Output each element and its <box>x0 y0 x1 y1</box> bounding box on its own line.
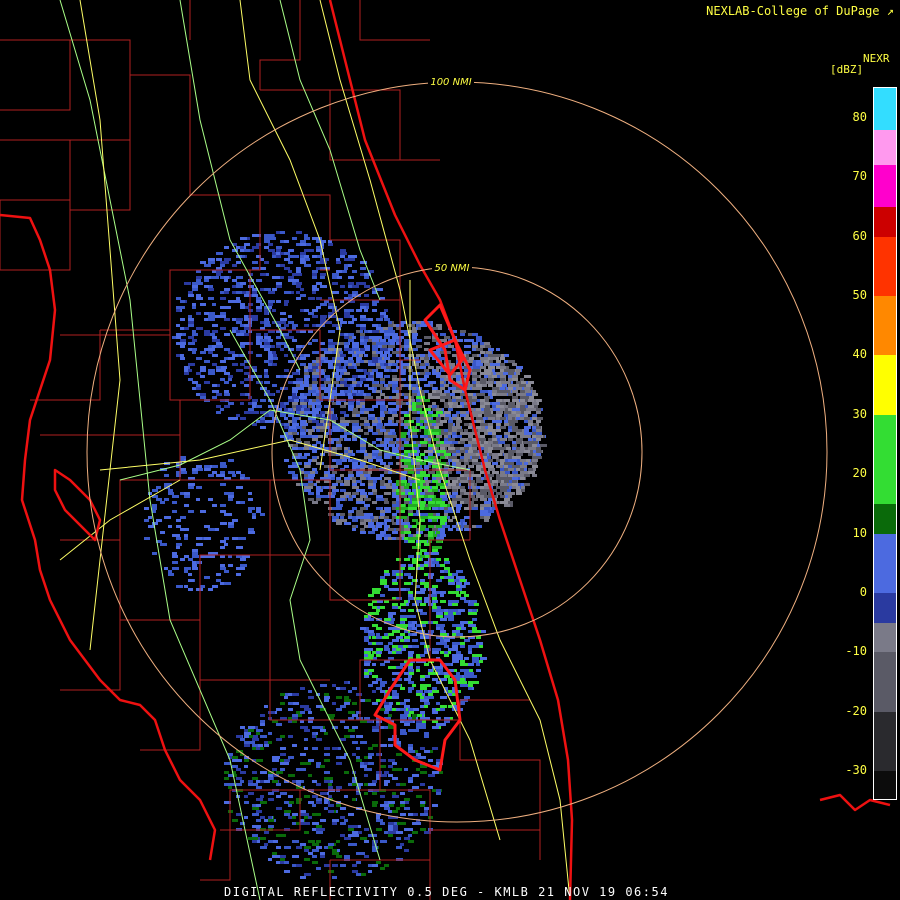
scale-segment <box>874 165 896 207</box>
scale-segment <box>874 355 896 415</box>
ring-label-50: 50 NMI <box>435 263 470 274</box>
scale-segment <box>874 129 896 166</box>
legend-unit: [dBZ] <box>830 63 864 76</box>
scale-segment <box>874 295 896 356</box>
legend-tick-label: 50 <box>852 287 867 302</box>
scale-segment <box>874 236 896 296</box>
legend-tick-label: -10 <box>845 644 867 659</box>
scale-segment <box>874 503 896 534</box>
ring-label-100: 100 NMI <box>430 77 471 88</box>
legend-tick-label: 40 <box>852 347 867 362</box>
scale-segment <box>874 88 896 130</box>
scale-segment <box>874 206 896 237</box>
legend-tick-label: 60 <box>852 228 867 243</box>
scale-segment <box>874 533 896 594</box>
legend-tick-label: 20 <box>852 466 867 481</box>
product-caption: DIGITAL REFLECTIVITY 0.5 DEG - KMLB 21 N… <box>224 885 669 899</box>
scale-segment <box>874 771 896 799</box>
legend-tick-label: -20 <box>845 703 867 718</box>
scale-segment <box>874 652 896 712</box>
legend-tick-label: 10 <box>852 525 867 540</box>
legend-tick-label: 70 <box>852 169 867 184</box>
scale-segment <box>874 622 896 653</box>
scale-segment <box>874 414 896 504</box>
legend-tick-label: 30 <box>852 406 867 421</box>
external-link-icon: ↗ <box>886 4 894 18</box>
legend-tick-label: 80 <box>852 109 867 124</box>
scale-segment <box>874 593 896 623</box>
legend-tick-label: -30 <box>845 763 867 778</box>
color-scale-bar <box>873 87 897 800</box>
legend-tick-label: 0 <box>859 585 867 600</box>
credit-text[interactable]: NEXLAB-College of DuPage ↗ <box>706 4 894 18</box>
scale-segment <box>874 711 896 772</box>
legend-product: NEXR <box>863 52 890 65</box>
credit-label: NEXLAB-College of DuPage <box>706 4 880 18</box>
radar-map: 100 NMI 50 NMI <box>0 0 891 900</box>
